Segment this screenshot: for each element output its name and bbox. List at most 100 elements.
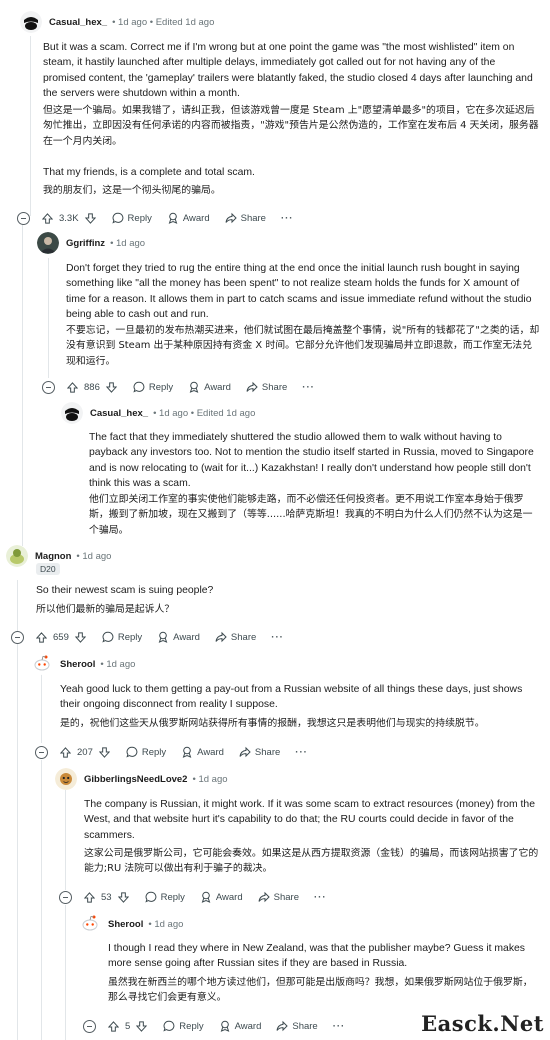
comment-meta: • 1d ago xyxy=(76,550,112,562)
comment-meta: • 1d ago • Edited 1d ago xyxy=(153,407,256,419)
share-button[interactable]: Share xyxy=(276,1020,318,1032)
avatar[interactable] xyxy=(61,402,83,424)
vote-count: 3.3K xyxy=(59,212,79,224)
avatar[interactable] xyxy=(37,232,59,254)
comment-body: Yeah good luck to them getting a pay-out… xyxy=(60,684,523,711)
avatar[interactable] xyxy=(20,11,42,33)
award-button[interactable]: Award xyxy=(167,212,210,224)
upvote-icon[interactable] xyxy=(67,381,78,393)
downvote-icon[interactable] xyxy=(84,212,96,224)
share-icon xyxy=(276,1020,289,1032)
downvote-icon[interactable] xyxy=(136,1020,148,1032)
collapse-button[interactable] xyxy=(42,380,55,394)
award-button[interactable]: Award xyxy=(200,891,243,903)
reply-label: Reply xyxy=(160,891,185,903)
reply-button[interactable]: Reply xyxy=(133,381,173,393)
share-icon xyxy=(215,631,227,643)
more-options-button[interactable]: ··· xyxy=(295,747,308,758)
downvote-icon[interactable] xyxy=(117,891,129,903)
share-icon xyxy=(246,381,258,393)
comment-actions: 53 Reply Award Share ··· xyxy=(59,888,327,906)
upvote-icon[interactable] xyxy=(84,891,95,903)
comment-body: The fact that they immediately shuttered… xyxy=(89,432,534,490)
share-button[interactable]: Share xyxy=(258,891,299,903)
vote-control: 3.3K xyxy=(42,213,96,224)
share-button[interactable]: Share xyxy=(239,746,280,758)
collapse-button[interactable] xyxy=(35,745,48,759)
upvote-icon[interactable] xyxy=(36,631,47,643)
award-icon xyxy=(158,631,168,643)
share-button[interactable]: Share xyxy=(246,381,287,393)
award-button[interactable]: Award xyxy=(188,381,231,393)
award-button[interactable]: Award xyxy=(219,1020,261,1032)
comment-body-translation: 这家公司是俄罗斯公司，它可能会奏效。如果这是从西方提取资源（金钱）的骗局，而该网… xyxy=(84,848,539,875)
username[interactable]: Casual_hex_ xyxy=(90,408,148,419)
award-label: Award xyxy=(173,631,200,643)
collapse-button[interactable] xyxy=(17,211,30,225)
username[interactable]: GibberlingsNeedLove2 xyxy=(84,774,187,785)
reply-label: Reply xyxy=(148,381,174,393)
vote-control: 5 xyxy=(108,1020,148,1032)
avatar[interactable] xyxy=(6,545,28,567)
vote-control: 53 xyxy=(84,892,129,903)
share-button[interactable]: Share xyxy=(215,631,256,643)
comment-body: But it was a scam. Correct me if I'm wro… xyxy=(43,42,533,100)
username[interactable]: Magnon xyxy=(35,551,71,562)
reply-button[interactable]: Reply xyxy=(144,891,185,903)
reply-button[interactable]: Reply xyxy=(163,1020,204,1032)
comment-actions: 659 Reply Award Share ··· xyxy=(11,628,284,646)
more-options-button[interactable]: ··· xyxy=(302,382,315,393)
downvote-icon[interactable] xyxy=(105,381,117,393)
award-button[interactable]: Award xyxy=(157,631,200,643)
reply-label: Reply xyxy=(141,746,167,758)
award-label: Award xyxy=(215,891,243,903)
collapse-button[interactable] xyxy=(59,890,72,904)
comment-header: Ggriffinz • 1d ago xyxy=(37,232,145,254)
downvote-icon[interactable] xyxy=(98,746,110,758)
comment-body-translation: 虽然我在新西兰的哪个地方读过他们，但那可能是出版商吗？我想，如果俄罗斯网站位于俄… xyxy=(108,977,533,1004)
more-options-button[interactable]: ··· xyxy=(314,892,327,903)
reply-button[interactable]: Reply xyxy=(111,212,152,224)
award-icon xyxy=(220,1020,229,1032)
comment-body: That my friends, is a complete and total… xyxy=(43,167,255,178)
award-button[interactable]: Award xyxy=(181,746,224,758)
username[interactable]: Sherool xyxy=(108,919,143,930)
comment-header: GibberlingsNeedLove2 • 1d ago xyxy=(55,768,228,790)
comment-meta: • 1d ago xyxy=(110,237,146,249)
collapse-button[interactable] xyxy=(11,630,24,644)
username[interactable]: Sherool xyxy=(60,659,95,670)
more-options-button[interactable]: ··· xyxy=(271,632,284,643)
username[interactable]: Casual_hex_ xyxy=(49,17,107,28)
vote-control: 886 xyxy=(67,382,117,393)
collapse-button[interactable] xyxy=(83,1019,96,1033)
avatar[interactable] xyxy=(55,768,77,790)
avatar[interactable] xyxy=(31,653,53,675)
share-label: Share xyxy=(230,631,257,643)
reply-button[interactable]: Reply xyxy=(126,746,166,758)
username[interactable]: Ggriffinz xyxy=(66,238,105,249)
upvote-icon[interactable] xyxy=(60,746,71,758)
avatar[interactable] xyxy=(79,913,101,935)
upvote-icon[interactable] xyxy=(108,1020,119,1032)
share-icon xyxy=(258,891,270,903)
vote-count: 53 xyxy=(101,891,112,903)
chat-bubble-icon xyxy=(144,891,156,903)
thread-line xyxy=(41,760,42,1040)
comment-body: The company is Russian, it might work. I… xyxy=(84,799,535,841)
comment-actions: 207 Reply Award Share ··· xyxy=(35,743,308,761)
reply-button[interactable]: Reply xyxy=(102,631,142,643)
comment-header: Casual_hex_ • 1d ago • Edited 1d ago xyxy=(20,11,214,33)
reply-label: Reply xyxy=(179,1020,204,1032)
share-button[interactable]: Share xyxy=(225,212,266,224)
comment-meta: • 1d ago • Edited 1d ago xyxy=(112,16,215,28)
vote-count: 5 xyxy=(125,1020,131,1032)
comment-body-translation: 不要忘记，一旦最初的发布热潮买进来，他们就试图在最后掩盖整个事情，说"所有的钱都… xyxy=(66,325,540,367)
comment-body: Don't forget they tried to rug the entir… xyxy=(66,263,532,321)
downvote-icon[interactable] xyxy=(74,631,86,643)
more-options-button[interactable]: ··· xyxy=(333,1021,346,1032)
more-options-button[interactable]: ··· xyxy=(281,213,294,224)
chat-bubble-icon xyxy=(102,631,114,643)
upvote-icon[interactable] xyxy=(42,212,53,224)
comment-body-translation: 所以他们最新的骗局是起诉人？ xyxy=(36,604,175,615)
thread-line xyxy=(65,790,66,890)
